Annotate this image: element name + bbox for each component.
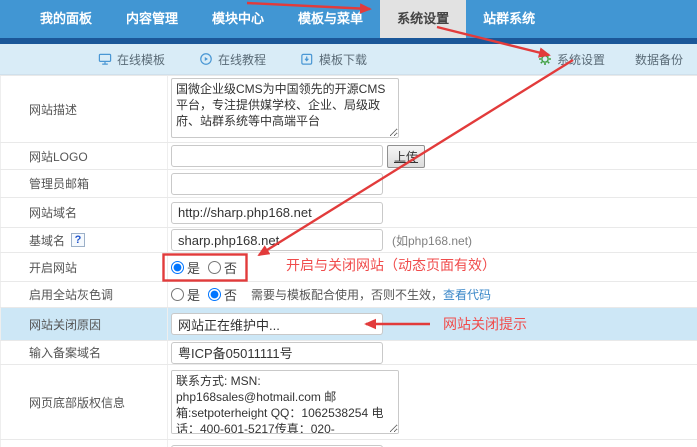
tutorial-icon (199, 52, 213, 66)
site-open-yes-text: 是 (187, 258, 200, 277)
site-open-yes-radio[interactable]: 是 (171, 258, 200, 277)
form-row-icp: 输入备案域名 (0, 341, 697, 365)
tab-templates-menus[interactable]: 模板与菜单 (281, 0, 380, 38)
online-templates-link[interactable]: 在线模板 (98, 51, 165, 68)
gray-mode-label: 启用全站灰色调 (0, 282, 168, 307)
data-backup-link[interactable]: 数据备份 (635, 51, 683, 68)
view-code-link[interactable]: 查看代码 (443, 286, 491, 303)
upload-button[interactable]: 上传 (387, 145, 425, 168)
site-logo-input[interactable] (171, 145, 383, 167)
form-row-gray-mode: 启用全站灰色调 是 否 需要与模板配合使用，否则不生效， 查看代码 (0, 282, 697, 308)
form-row-site-description: 网站描述 国微企业级CMS为中国领先的开源CMS平台，专注提供媒学校、企业、局级… (0, 75, 697, 143)
base-domain-label-text: 基域名 (29, 232, 65, 249)
form-row-site-logo: 网站LOGO 上传 (0, 143, 697, 170)
form-row-base-domain: 基域名 ? (如php168.net) (0, 228, 697, 253)
system-settings-label: 系统设置 (557, 51, 605, 68)
gray-mode-no-text: 否 (224, 285, 237, 304)
template-download-label: 模板下载 (319, 51, 367, 68)
icp-label: 输入备案域名 (0, 341, 168, 364)
site-logo-label: 网站LOGO (0, 143, 168, 169)
admin-email-input[interactable] (171, 173, 383, 195)
partial-label (0, 440, 168, 447)
data-backup-label: 数据备份 (635, 51, 683, 68)
tab-my-panel[interactable]: 我的面板 (23, 0, 109, 38)
online-tutorials-link[interactable]: 在线教程 (199, 51, 266, 68)
site-domain-input[interactable] (171, 202, 383, 224)
admin-email-label: 管理员邮箱 (0, 170, 168, 197)
template-download-link[interactable]: 模板下载 (300, 51, 367, 68)
site-domain-label: 网站域名 (0, 198, 168, 227)
form-row-site-domain: 网站域名 (0, 198, 697, 228)
icp-input[interactable] (171, 342, 383, 364)
toolbar-left-group: 在线模板 在线教程 模板下载 (98, 51, 401, 68)
form-row-close-reason: 网站关闭原因 (0, 308, 697, 341)
form-row-site-open: 开启网站 是 否 (0, 253, 697, 282)
tab-content-management[interactable]: 内容管理 (109, 0, 195, 38)
base-domain-hint: (如php168.net) (392, 232, 472, 249)
admin-settings-page: 我的面板 内容管理 模块中心 模板与菜单 系统设置 站群系统 在线模板 在线教程 (0, 0, 697, 447)
online-tutorials-label: 在线教程 (218, 51, 266, 68)
help-icon[interactable]: ? (71, 233, 85, 247)
site-open-no-text: 否 (224, 258, 237, 277)
gray-mode-no-radio[interactable]: 否 (208, 285, 237, 304)
site-description-label: 网站描述 (0, 76, 168, 142)
form-row-partial (0, 440, 697, 447)
top-navbar: 我的面板 内容管理 模块中心 模板与菜单 系统设置 站群系统 (0, 0, 697, 38)
site-settings-form: 网站描述 国微企业级CMS为中国领先的开源CMS平台，专注提供媒学校、企业、局级… (0, 75, 697, 447)
tab-site-group[interactable]: 站群系统 (466, 0, 552, 38)
base-domain-label: 基域名 ? (0, 228, 168, 252)
tab-module-center[interactable]: 模块中心 (195, 0, 281, 38)
copyright-textarea[interactable]: 联系方式: MSN: php168sales@hotmail.com 邮箱:se… (171, 370, 399, 434)
form-row-admin-email: 管理员邮箱 (0, 170, 697, 198)
base-domain-input[interactable] (171, 229, 383, 251)
gray-mode-yes-input[interactable] (171, 288, 184, 301)
gray-mode-note: 需要与模板配合使用，否则不生效， (251, 286, 443, 303)
gear-icon (538, 52, 552, 66)
site-open-yes-input[interactable] (171, 261, 184, 274)
download-icon (300, 52, 314, 66)
form-row-copyright: 网页底部版权信息 联系方式: MSN: php168sales@hotmail.… (0, 365, 697, 440)
site-description-textarea[interactable]: 国微企业级CMS为中国领先的开源CMS平台，专注提供媒学校、企业、局级政府、站群… (171, 78, 399, 138)
site-open-no-radio[interactable]: 否 (208, 258, 237, 277)
tab-system-settings[interactable]: 系统设置 (380, 0, 466, 38)
site-open-no-input[interactable] (208, 261, 221, 274)
gray-mode-yes-text: 是 (187, 285, 200, 304)
system-settings-link[interactable]: 系统设置 (538, 51, 605, 68)
close-reason-label: 网站关闭原因 (0, 308, 168, 340)
online-templates-label: 在线模板 (117, 51, 165, 68)
copyright-label: 网页底部版权信息 (0, 365, 168, 439)
gray-mode-no-input[interactable] (208, 288, 221, 301)
monitor-icon (98, 52, 112, 66)
gray-mode-yes-radio[interactable]: 是 (171, 285, 200, 304)
secondary-toolbar: 在线模板 在线教程 模板下载 系统设置 (0, 44, 697, 75)
close-reason-input[interactable] (171, 313, 383, 335)
toolbar-right-group: 系统设置 数据备份 (508, 51, 683, 68)
site-open-label: 开启网站 (0, 253, 168, 281)
